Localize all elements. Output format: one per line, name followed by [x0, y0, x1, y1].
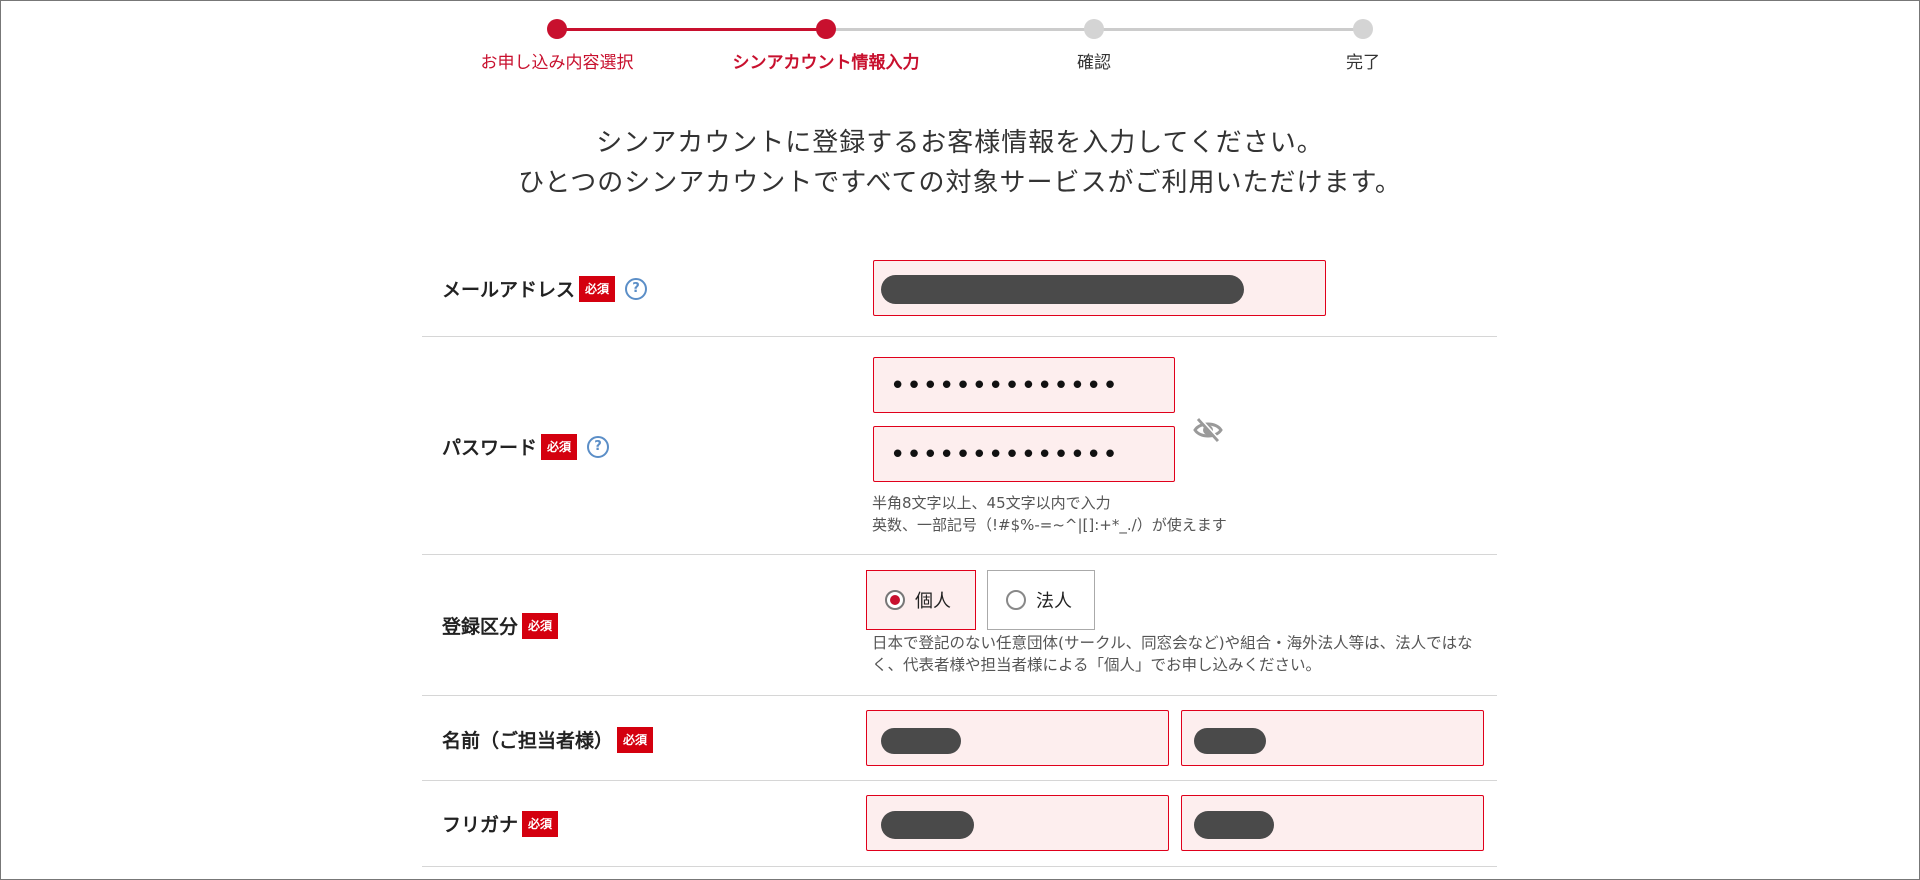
redacted-first-name-kana [1194, 811, 1274, 839]
row-divider [422, 866, 1497, 867]
registration-type-label-group: 登録区分 必須 [442, 612, 559, 639]
email-input[interactable] [873, 260, 1326, 316]
name-label-group: 名前（ご担当者様） 必須 [442, 726, 654, 753]
password-hint-2: 英数、一部記号（!#$%-=~^|[]:+*_./）が使えます [872, 516, 1227, 534]
radio-unchecked-icon [1006, 590, 1026, 610]
intro-line-1: シンアカウントに登録するお客様情報を入力してください。 [596, 128, 1324, 158]
email-label: メールアドレス [442, 279, 576, 301]
registration-type-label: 登録区分 [442, 616, 519, 638]
row-divider [422, 780, 1497, 781]
redacted-email [881, 275, 1244, 304]
radio-individual-label: 個人 [915, 591, 951, 612]
progress-steps: お申し込み内容選択 シンアカウント情報入力 確認 完了 [0, 0, 1920, 90]
registration-type-note-1: 日本で登記のない任意団体(サークル、同窓会など)や組合・海外法人等は、法人ではな [872, 634, 1473, 652]
intro-text: シンアカウントに登録するお客様情報を入力してください。 ひとつのシンアカウントで… [0, 123, 1920, 203]
required-badge: 必須 [522, 612, 559, 639]
password-confirm-value: •••••••••••••• [890, 440, 1119, 470]
password-label-group: パスワード 必須 ? [442, 433, 610, 460]
required-badge: 必須 [579, 275, 616, 302]
registration-type-note-2: く、代表者様や担当者様による「個人」でお申し込みください。 [872, 656, 1322, 674]
row-divider [422, 336, 1497, 337]
step-label-3: 確認 [1077, 53, 1111, 73]
password-hint: 半角8文字以上、45文字以内で入力 英数、一部記号（!#$%-=~^|[]:+*… [872, 492, 1227, 536]
password-input[interactable]: •••••••••••••• [873, 357, 1175, 413]
step-connector-1 [557, 28, 825, 31]
intro-line-2: ひとつのシンアカウントですべての対象サービスがご利用いただけます。 [518, 168, 1402, 198]
required-badge: 必須 [541, 433, 578, 460]
radio-corporation-label: 法人 [1036, 591, 1072, 612]
eye-off-icon[interactable] [1192, 414, 1224, 446]
password-confirm-input[interactable]: •••••••••••••• [873, 426, 1175, 482]
name-label: 名前（ご担当者様） [442, 730, 614, 752]
step-label-2: シンアカウント情報入力 [732, 53, 920, 73]
password-label: パスワード [442, 437, 538, 459]
radio-individual[interactable]: 個人 [866, 570, 976, 630]
furigana-label: フリガナ [442, 814, 519, 836]
registration-type-note: 日本で登記のない任意団体(サークル、同窓会など)や組合・海外法人等は、法人ではな… [872, 632, 1473, 676]
first-name-kana-input[interactable] [1181, 795, 1484, 851]
help-icon[interactable]: ? [587, 435, 610, 458]
row-divider [422, 554, 1497, 555]
redacted-last-name [881, 728, 961, 754]
row-divider [422, 695, 1497, 696]
last-name-kana-input[interactable] [866, 795, 1169, 851]
step-dot-2 [816, 19, 836, 39]
step-dot-1 [547, 19, 567, 39]
email-label-group: メールアドレス 必須 ? [442, 275, 648, 302]
step-dot-3 [1084, 19, 1104, 39]
last-name-input[interactable] [866, 710, 1169, 766]
step-dot-4 [1353, 19, 1373, 39]
help-icon[interactable]: ? [625, 277, 648, 300]
radio-checked-icon [885, 590, 905, 610]
required-badge: 必須 [617, 726, 654, 753]
step-label-4: 完了 [1346, 53, 1380, 73]
redacted-last-name-kana [881, 811, 974, 839]
first-name-input[interactable] [1181, 710, 1484, 766]
radio-corporation[interactable]: 法人 [987, 570, 1095, 630]
furigana-label-group: フリガナ 必須 [442, 810, 559, 837]
required-badge: 必須 [522, 810, 559, 837]
password-value: •••••••••••••• [890, 371, 1119, 401]
password-hint-1: 半角8文字以上、45文字以内で入力 [872, 494, 1111, 512]
step-label-1: お申し込み内容選択 [480, 53, 634, 73]
redacted-first-name [1194, 728, 1266, 754]
